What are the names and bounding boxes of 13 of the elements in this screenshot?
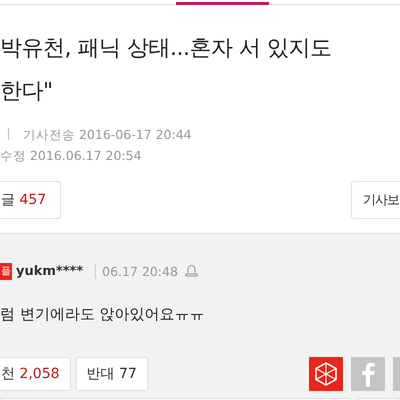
comments-button[interactable]: 글 457: [0, 181, 62, 219]
article-button[interactable]: 기사보: [351, 181, 400, 219]
like-button[interactable]: 천 2,058: [0, 357, 71, 391]
dislike-button[interactable]: 반대 77: [76, 357, 148, 391]
edited-date: 수정 2016.06.17 20:54: [0, 148, 142, 163]
comment-text: 럼 변기에라도 앉아있어요ㅠㅠ: [0, 305, 206, 324]
username: yukm****: [16, 264, 84, 278]
user-badge: 플: [0, 262, 12, 280]
article-title: 박유천, 패닉 상태...혼자 서 있지도: [0, 35, 332, 63]
comment-time: 06.17 20:48: [95, 264, 178, 278]
sent-date: 기사전송 2016-06-17 20:44: [23, 127, 192, 142]
facebook-icon[interactable]: [351, 357, 385, 391]
article-title: 한다": [0, 78, 54, 106]
